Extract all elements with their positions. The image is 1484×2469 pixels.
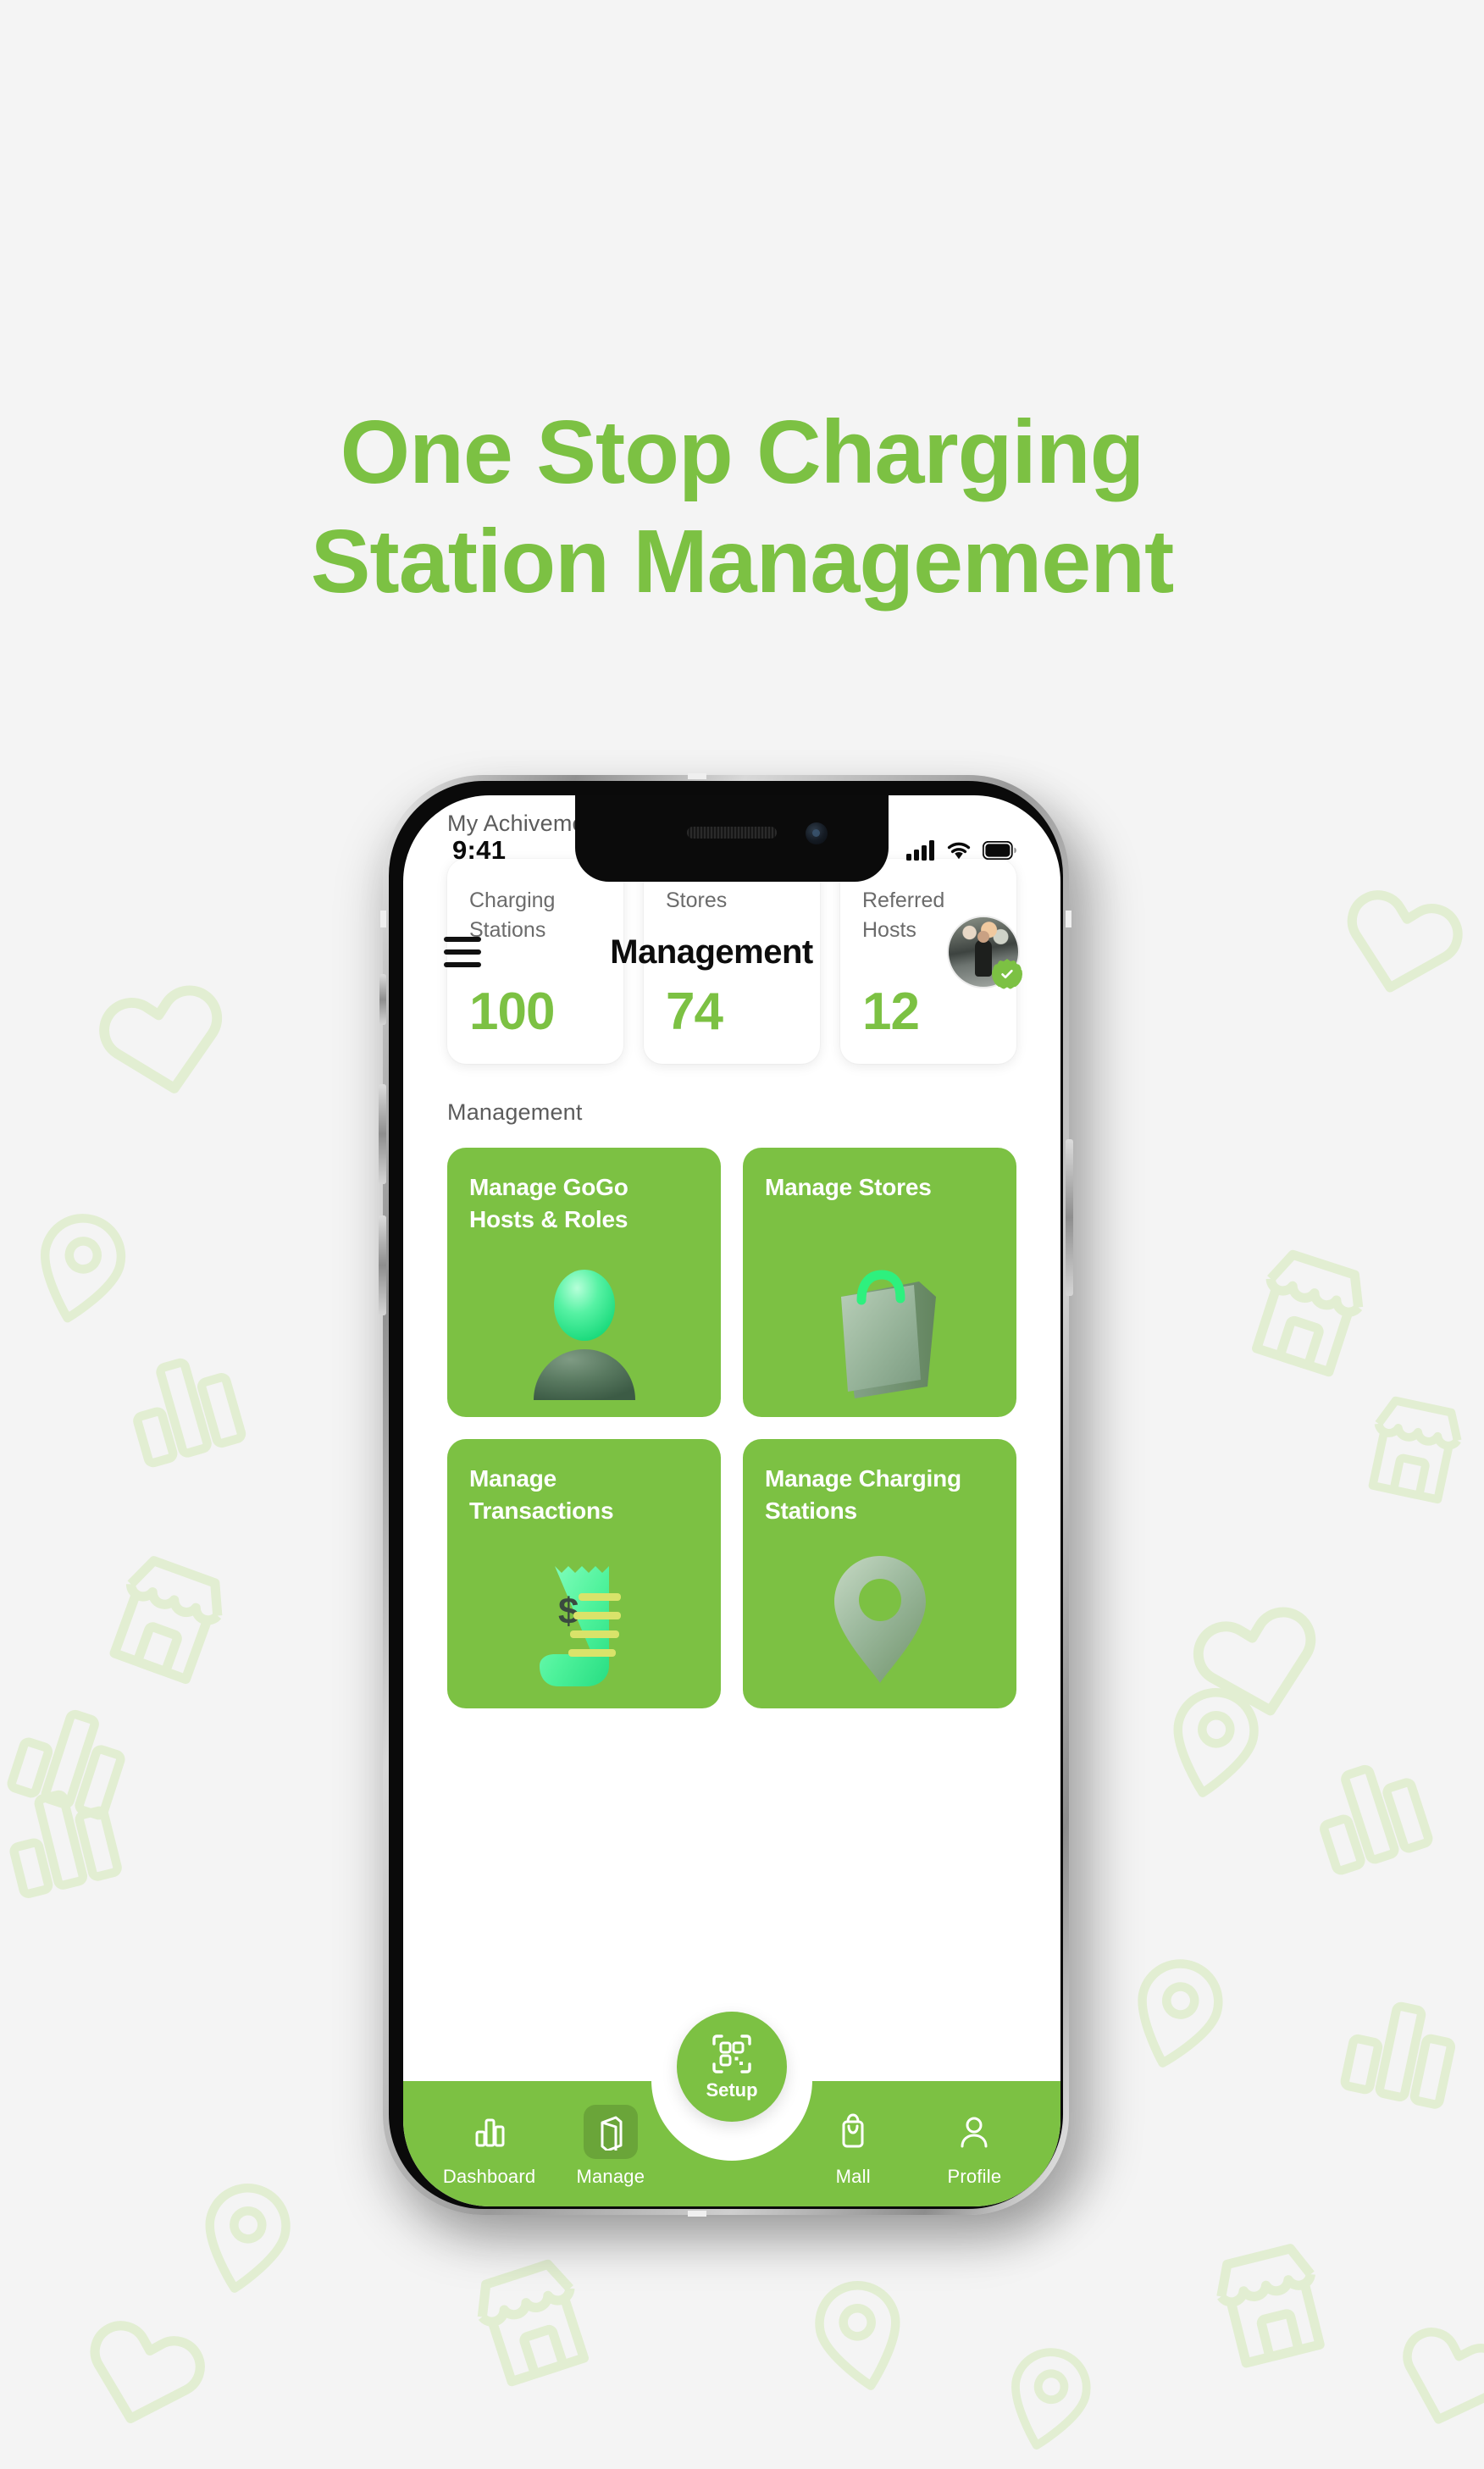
- nav-label: Profile: [947, 2166, 1002, 2187]
- card-title: Manage Transactions: [469, 1465, 614, 1525]
- manage-charging-stations-card[interactable]: Manage Charging Stations: [743, 1439, 1016, 1708]
- bars-watermark-icon: [0, 1673, 152, 1833]
- bars-watermark-icon: [1326, 1970, 1477, 2121]
- box-3d-icon: [601, 2116, 623, 2151]
- manage-transactions-card[interactable]: Manage Transactions $: [447, 1439, 721, 1708]
- page-title: One Stop Charging Station Management: [0, 398, 1484, 617]
- app-header: Management: [403, 905, 1060, 999]
- phone-mockup: 9:41 Management My Achivements Charging …: [379, 773, 1103, 2240]
- wifi-icon: [947, 842, 971, 860]
- management-section-label: Management: [447, 1099, 583, 1125]
- manage-stores-card[interactable]: Manage Stores: [743, 1148, 1016, 1417]
- status-bar-indicators: [906, 840, 1016, 861]
- store-watermark-icon: [80, 1531, 254, 1704]
- manage-hosts-roles-card[interactable]: Manage GoGo Hosts & Roles: [447, 1148, 721, 1417]
- nav-item-profile[interactable]: Profile: [914, 2105, 1035, 2188]
- headline-line-1: One Stop Charging: [340, 402, 1145, 502]
- bars-watermark-icon: [1287, 1728, 1448, 1888]
- heart-watermark-icon: [1171, 1573, 1345, 1747]
- nav-icon-wrapper: [462, 2105, 517, 2159]
- bar-chart-icon: [475, 2118, 505, 2147]
- power-button[interactable]: [1066, 1139, 1073, 1296]
- pin-watermark-icon: [170, 2161, 321, 2311]
- nav-label: Dashboard: [442, 2166, 536, 2187]
- qr-code-icon: [712, 2034, 751, 2073]
- volume-down-button[interactable]: [379, 1215, 386, 1315]
- person-icon: [961, 2117, 988, 2148]
- phone-screen: 9:41 Management My Achivements Charging …: [403, 795, 1060, 2206]
- nav-icon-wrapper: [947, 2105, 1001, 2159]
- card-title: Manage Charging Stations: [765, 1465, 961, 1525]
- location-pin-3d-icon: [743, 1541, 1016, 1693]
- nav-icon-wrapper: [583, 2105, 638, 2159]
- nav-item-manage[interactable]: Manage: [550, 2105, 671, 2188]
- heart-watermark-icon: [1320, 858, 1484, 1022]
- nav-item-dashboard[interactable]: Dashboard: [429, 2105, 550, 2188]
- heart-watermark-icon: [1372, 2295, 1484, 2455]
- pin-watermark-icon: [3, 1189, 158, 1343]
- nav-icon-wrapper: [826, 2105, 880, 2159]
- pin-watermark-icon: [784, 2258, 935, 2409]
- antenna-line-bottom: [688, 2211, 706, 2217]
- heart-watermark-icon: [60, 2288, 228, 2455]
- card-title: Manage GoGo Hosts & Roles: [469, 1174, 628, 1233]
- nav-label: Mall: [835, 2166, 871, 2187]
- card-title: Manage Stores: [765, 1174, 932, 1200]
- antenna-line-top: [688, 773, 706, 779]
- svg-text:$: $: [558, 1591, 579, 1632]
- front-camera-icon: [806, 822, 828, 844]
- cellular-signal-icon: [906, 840, 934, 861]
- mute-switch-button[interactable]: [379, 974, 386, 1025]
- setup-fab-button[interactable]: Setup: [677, 2012, 787, 2122]
- earpiece-speaker: [687, 827, 777, 839]
- volume-up-button[interactable]: [379, 1084, 386, 1184]
- bars-watermark-icon: [103, 1323, 261, 1481]
- store-watermark-icon: [1188, 2222, 1353, 2386]
- person-3d-icon: [447, 1249, 721, 1402]
- bars-watermark-icon: [0, 1757, 136, 1911]
- shopping-bag-3d-icon: [743, 1249, 1016, 1402]
- check-glyph: [1001, 969, 1013, 979]
- antenna-line-right: [1066, 911, 1071, 927]
- receipt-3d-icon: $: [447, 1541, 721, 1693]
- avatar[interactable]: [947, 916, 1022, 989]
- management-grid: Manage GoGo Hosts & Roles Manage Stores …: [403, 1148, 1060, 1708]
- fab-label: Setup: [706, 2079, 758, 2101]
- pin-watermark-icon: [1099, 1933, 1256, 2090]
- shopping-bag-icon: [842, 2113, 864, 2148]
- phone-outer-frame: 9:41 Management My Achivements Charging …: [379, 773, 1073, 2217]
- status-bar-time: 9:41: [452, 835, 507, 865]
- antenna-line-left: [380, 911, 386, 927]
- heart-watermark-icon: [78, 952, 249, 1123]
- pin-watermark-icon: [1138, 1665, 1289, 1816]
- phone-bezel: 9:41 Management My Achivements Charging …: [389, 781, 1063, 2209]
- phone-notch: [575, 795, 889, 882]
- store-watermark-icon: [1223, 1226, 1394, 1397]
- app-title: Management: [610, 933, 813, 971]
- nav-item-mall[interactable]: Mall: [793, 2105, 914, 2188]
- headline-line-2: Station Management: [310, 512, 1175, 612]
- battery-icon: [983, 841, 1016, 860]
- nav-label: Manage: [576, 2166, 645, 2187]
- store-watermark-icon: [446, 2235, 617, 2406]
- pin-watermark-icon: [977, 2325, 1121, 2469]
- store-watermark-icon: [1344, 1378, 1484, 1519]
